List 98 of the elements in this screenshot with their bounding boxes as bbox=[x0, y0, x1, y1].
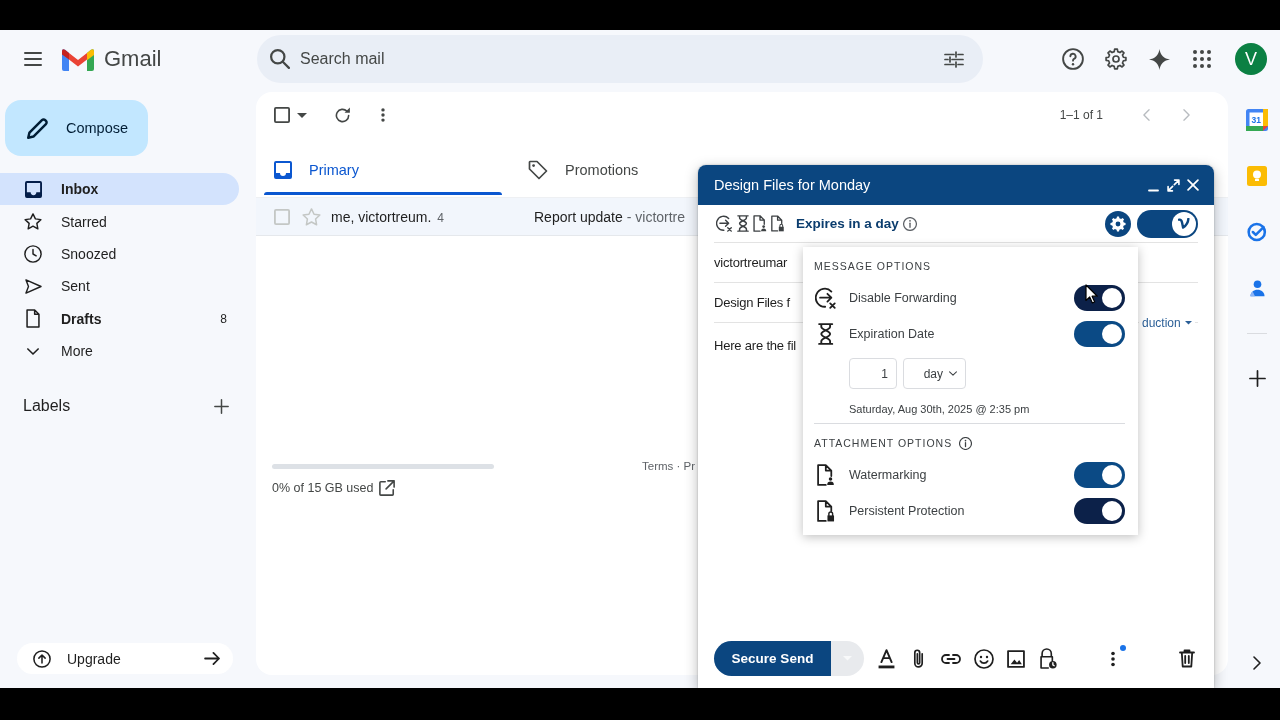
sender-name: me, victortreum. bbox=[331, 208, 432, 225]
file-lock-icon bbox=[816, 500, 836, 522]
nav-item[interactable]: More bbox=[0, 334, 239, 368]
compose-title: Design Files for Monday bbox=[714, 177, 871, 193]
close-icon[interactable] bbox=[1187, 179, 1199, 191]
option-label: Expiration Date bbox=[849, 327, 935, 341]
section-heading: Labels bbox=[23, 397, 71, 416]
help-icon[interactable] bbox=[1062, 48, 1084, 70]
upgrade-button[interactable]: Upgrade bbox=[17, 643, 233, 674]
emoji-icon[interactable] bbox=[973, 648, 994, 669]
forward-block-icon bbox=[716, 215, 733, 232]
calendar-icon[interactable]: 31 bbox=[1246, 109, 1268, 131]
app-name: Gmail bbox=[104, 46, 162, 72]
sparkle-icon[interactable] bbox=[1148, 48, 1170, 70]
chevron-down-icon bbox=[27, 347, 39, 355]
filter-icon[interactable] bbox=[944, 50, 964, 68]
nav-item[interactable]: Snoozed bbox=[0, 237, 239, 271]
toggle-switch[interactable] bbox=[1074, 285, 1125, 311]
inbox-icon bbox=[24, 180, 42, 198]
chevron-down-icon bbox=[949, 371, 957, 376]
person-icon[interactable] bbox=[1249, 279, 1265, 297]
logo-icon bbox=[62, 47, 94, 71]
section-heading: ATTACHMENT OPTIONS bbox=[814, 437, 953, 449]
star-icon[interactable] bbox=[302, 207, 321, 226]
compose-button[interactable]: Compose bbox=[5, 100, 148, 156]
option-label: Persistent Protection bbox=[849, 504, 965, 518]
clock-icon bbox=[24, 244, 42, 263]
file-person-icon bbox=[817, 464, 835, 486]
protection-status: Expires in a day bbox=[796, 216, 899, 231]
nav-item[interactable]: Starred bbox=[0, 205, 239, 238]
notification-dot-icon bbox=[1120, 645, 1126, 651]
tag-icon bbox=[528, 160, 548, 180]
plus-icon[interactable] bbox=[213, 398, 229, 414]
minimize-icon[interactable] bbox=[1147, 189, 1159, 192]
more-icon[interactable] bbox=[381, 108, 385, 122]
hourglass-icon bbox=[818, 323, 834, 345]
item-count: 8 bbox=[220, 311, 227, 326]
arrow-right-icon bbox=[204, 652, 221, 665]
checkbox-icon[interactable] bbox=[274, 107, 290, 123]
nav-item[interactable]: Drafts 8 bbox=[0, 302, 239, 335]
caret-down-icon bbox=[1184, 321, 1192, 325]
option-label: Watermarking bbox=[849, 468, 927, 482]
task-check-icon[interactable] bbox=[1247, 222, 1267, 242]
search-icon[interactable] bbox=[270, 49, 290, 69]
external-link-icon[interactable] bbox=[379, 480, 396, 496]
search-field[interactable]: Search mail bbox=[257, 35, 983, 83]
expiry-date: Saturday, Aug 30th, 2025 @ 2:35 pm bbox=[849, 402, 1031, 417]
mouse-cursor-icon bbox=[1085, 284, 1099, 304]
info-icon[interactable] bbox=[959, 436, 973, 450]
settings-icon[interactable] bbox=[1105, 48, 1127, 70]
settings-button[interactable] bbox=[1105, 210, 1131, 237]
star-icon bbox=[24, 213, 42, 231]
toggle-switch[interactable] bbox=[1137, 209, 1198, 238]
avatar[interactable]: V bbox=[1235, 43, 1267, 75]
pencil-icon bbox=[27, 117, 48, 139]
menu-icon[interactable] bbox=[24, 52, 42, 66]
lock-clock-icon[interactable] bbox=[1040, 648, 1057, 669]
forward-block-icon bbox=[815, 287, 837, 309]
info-icon[interactable] bbox=[902, 216, 917, 231]
inbox-icon bbox=[274, 161, 292, 179]
number-field[interactable]: 1 bbox=[849, 358, 897, 389]
nav-item[interactable]: Inbox bbox=[0, 173, 239, 206]
file-icon bbox=[26, 309, 40, 329]
plus-icon[interactable] bbox=[1248, 369, 1266, 387]
caret-down-icon[interactable] bbox=[297, 112, 307, 118]
paperclip-icon[interactable] bbox=[913, 648, 924, 669]
thread-count: 4 bbox=[437, 210, 445, 225]
toggle-switch[interactable] bbox=[1074, 462, 1125, 488]
email-subject: Report update bbox=[534, 208, 623, 225]
nav-item[interactable]: Sent bbox=[0, 270, 239, 303]
image-icon[interactable] bbox=[1007, 649, 1025, 668]
send-button[interactable]: Secure Send bbox=[714, 641, 831, 676]
file-person-icon bbox=[753, 215, 767, 232]
toggle-switch[interactable] bbox=[1074, 498, 1125, 524]
option-label: Disable Forwarding bbox=[849, 291, 957, 305]
calendar-date: 31 bbox=[1251, 114, 1261, 125]
toggle-switch[interactable] bbox=[1074, 321, 1125, 347]
email-snippet: - victortre bbox=[626, 208, 686, 225]
send-icon bbox=[24, 278, 42, 294]
trash-icon[interactable] bbox=[1179, 649, 1195, 668]
link-icon[interactable] bbox=[941, 653, 961, 664]
storage-usage: 0% of 15 GB used bbox=[272, 481, 374, 495]
logo-mark-icon bbox=[1178, 218, 1190, 229]
text-format-icon[interactable] bbox=[877, 648, 895, 669]
tab[interactable]: Primary bbox=[264, 145, 502, 195]
upgrade-icon bbox=[33, 649, 51, 668]
hourglass-icon bbox=[737, 215, 749, 232]
page-range: 1–1 of 1 bbox=[1059, 108, 1103, 122]
unit-dropdown[interactable]: day bbox=[903, 358, 966, 389]
chevron-right-icon[interactable] bbox=[1253, 656, 1261, 670]
apps-icon[interactable] bbox=[1193, 50, 1211, 68]
section-heading: MESSAGE OPTIONS bbox=[814, 260, 932, 272]
gear-icon bbox=[1110, 215, 1126, 232]
more-icon[interactable] bbox=[1111, 650, 1115, 667]
refresh-icon[interactable] bbox=[335, 107, 351, 123]
file-lock-icon bbox=[771, 215, 785, 232]
footer-links[interactable]: Terms · Pr bbox=[642, 459, 696, 473]
expand-icon[interactable] bbox=[1166, 178, 1180, 192]
